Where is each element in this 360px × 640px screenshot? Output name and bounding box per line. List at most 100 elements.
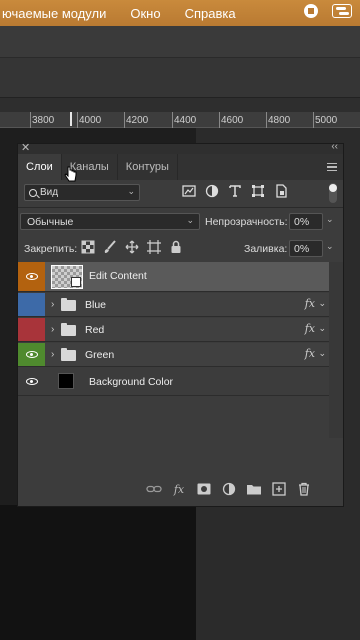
layers-scrollbar[interactable] bbox=[329, 262, 343, 438]
fx-icon[interactable]: fx bbox=[305, 297, 315, 310]
folder-icon bbox=[61, 323, 76, 336]
layer-row-edit-content[interactable]: Edit Content bbox=[18, 262, 329, 292]
lock-artboard-icon[interactable] bbox=[147, 240, 161, 254]
blend-mode-select[interactable]: Обычные ⌄ bbox=[20, 213, 200, 230]
chevron-down-icon[interactable]: ⌄ bbox=[318, 348, 326, 359]
filter-icons bbox=[182, 184, 288, 198]
visibility-toggle[interactable] bbox=[18, 318, 45, 341]
lock-all-icon[interactable] bbox=[169, 240, 183, 254]
ruler-marker bbox=[70, 112, 72, 126]
smart-object-thumbnail bbox=[51, 265, 83, 289]
eye-icon bbox=[25, 351, 38, 358]
blend-row: Обычные ⌄ Непрозрачность: 0% ⌄ bbox=[18, 208, 343, 235]
layer-name[interactable]: Edit Content bbox=[89, 270, 147, 282]
new-layer-icon[interactable] bbox=[271, 482, 287, 496]
stop-icon[interactable] bbox=[304, 4, 318, 18]
layer-name[interactable]: Background Color bbox=[89, 376, 173, 388]
chevron-down-icon[interactable]: ⌄ bbox=[326, 241, 334, 252]
canvas-image[interactable] bbox=[0, 505, 196, 640]
opacity-input[interactable]: 0% bbox=[289, 213, 323, 230]
lock-pixels-brush-icon[interactable] bbox=[103, 240, 117, 254]
link-layers-icon[interactable] bbox=[146, 482, 162, 496]
ruler-tick: 4000 bbox=[79, 115, 102, 126]
menu-help[interactable]: Справка bbox=[173, 6, 248, 21]
adjustment-filter-icon[interactable] bbox=[205, 184, 219, 198]
fill-thumbnail bbox=[58, 373, 74, 389]
tab-paths[interactable]: Контуры bbox=[118, 154, 178, 180]
blend-mode-value: Обычные bbox=[27, 215, 74, 228]
chevron-down-icon: ⌄ bbox=[186, 215, 194, 225]
layer-row-green[interactable]: › Green fx ⌄ bbox=[18, 343, 329, 367]
opacity-value: 0% bbox=[294, 215, 310, 228]
menu-plugins[interactable]: ючаемые модули bbox=[0, 6, 118, 21]
chevron-down-icon[interactable]: ⌄ bbox=[326, 214, 334, 225]
layer-row-blue[interactable]: › Blue fx ⌄ bbox=[18, 293, 329, 317]
panel-menu-icon[interactable] bbox=[327, 163, 337, 171]
panel-title-bar[interactable]: ✕ ‹‹ bbox=[18, 141, 343, 154]
lock-label: Закрепить: bbox=[24, 243, 78, 255]
chevron-right-icon[interactable]: › bbox=[51, 324, 54, 335]
type-filter-icon[interactable] bbox=[228, 184, 242, 198]
pixel-filter-icon[interactable] bbox=[182, 184, 196, 198]
menubar-status bbox=[304, 4, 352, 18]
layer-name[interactable]: Red bbox=[85, 324, 104, 336]
ruler-tick: 4200 bbox=[126, 115, 149, 126]
shape-filter-icon[interactable] bbox=[251, 184, 265, 198]
smart-object-badge-icon bbox=[71, 277, 81, 287]
tab-layers[interactable]: Слои bbox=[18, 154, 62, 180]
filter-toggle-switch[interactable] bbox=[329, 183, 337, 203]
search-icon bbox=[29, 188, 37, 197]
lock-row: Закрепить: Заливка: 0% ⌄ bbox=[18, 235, 343, 262]
folder-icon bbox=[61, 298, 76, 311]
smart-object-filter-icon[interactable] bbox=[274, 184, 288, 198]
options-bar bbox=[0, 26, 360, 58]
fill-input[interactable]: 0% bbox=[289, 240, 323, 257]
ruler-tick: 4800 bbox=[268, 115, 291, 126]
hand-cursor-icon bbox=[64, 166, 77, 182]
adjustment-layer-icon[interactable] bbox=[221, 482, 237, 496]
menu-window[interactable]: Окно bbox=[118, 6, 172, 21]
visibility-toggle[interactable] bbox=[18, 343, 45, 366]
layers-list: Edit Content › Blue fx ⌄ › Red fx ⌄ › Gr… bbox=[18, 262, 343, 438]
new-group-folder-icon[interactable] bbox=[246, 482, 262, 496]
lock-position-move-icon[interactable] bbox=[125, 240, 139, 254]
ruler-tick: 5000 bbox=[315, 115, 338, 126]
opacity-label: Непрозрачность: bbox=[205, 216, 288, 228]
close-icon[interactable]: ✕ bbox=[21, 141, 30, 154]
folder-icon bbox=[61, 348, 76, 361]
layer-row-background-color[interactable]: Background Color bbox=[18, 368, 329, 396]
menu-bar: ючаемые модули Окно Справка bbox=[0, 0, 360, 26]
layers-panel: ✕ ‹‹ Слои Каналы Контуры Вид ⌄ Обычные ⌄… bbox=[17, 141, 344, 507]
fx-icon[interactable]: fx bbox=[305, 347, 315, 360]
panel-footer-icons: fx bbox=[146, 482, 312, 496]
collapse-icon[interactable]: ‹‹ bbox=[331, 141, 338, 152]
chevron-right-icon[interactable]: › bbox=[51, 349, 54, 360]
visibility-toggle[interactable] bbox=[18, 368, 45, 395]
ruler-tick: 4600 bbox=[221, 115, 244, 126]
layer-name[interactable]: Green bbox=[85, 349, 114, 361]
layer-row-red[interactable]: › Red fx ⌄ bbox=[18, 318, 329, 342]
fill-label: Заливка: bbox=[244, 243, 288, 255]
fx-icon[interactable]: fx bbox=[305, 322, 315, 335]
visibility-toggle[interactable] bbox=[18, 293, 45, 316]
lock-transparency-icon[interactable] bbox=[81, 240, 95, 254]
ruler-tick: 3800 bbox=[32, 115, 55, 126]
fill-value: 0% bbox=[294, 242, 310, 255]
control-center-icon[interactable] bbox=[332, 4, 352, 18]
filter-row: Вид ⌄ bbox=[18, 180, 343, 207]
chevron-right-icon[interactable]: › bbox=[51, 299, 54, 310]
chevron-down-icon[interactable]: ⌄ bbox=[318, 298, 326, 309]
ruler-tick: 4400 bbox=[174, 115, 197, 126]
layer-name[interactable]: Blue bbox=[85, 299, 106, 311]
trash-icon[interactable] bbox=[296, 482, 312, 496]
chevron-down-icon: ⌄ bbox=[127, 186, 135, 196]
add-mask-icon[interactable] bbox=[196, 482, 212, 496]
document-tab-strip bbox=[0, 98, 360, 112]
document-bar bbox=[0, 58, 360, 98]
visibility-toggle[interactable] bbox=[18, 262, 45, 291]
chevron-down-icon[interactable]: ⌄ bbox=[318, 323, 326, 334]
layer-filter-select[interactable]: Вид ⌄ bbox=[24, 184, 140, 201]
fx-icon[interactable]: fx bbox=[171, 482, 187, 496]
horizontal-ruler: 3800 4000 4200 4400 4600 4800 5000 bbox=[0, 112, 360, 128]
filter-kind-value: Вид bbox=[40, 187, 59, 198]
